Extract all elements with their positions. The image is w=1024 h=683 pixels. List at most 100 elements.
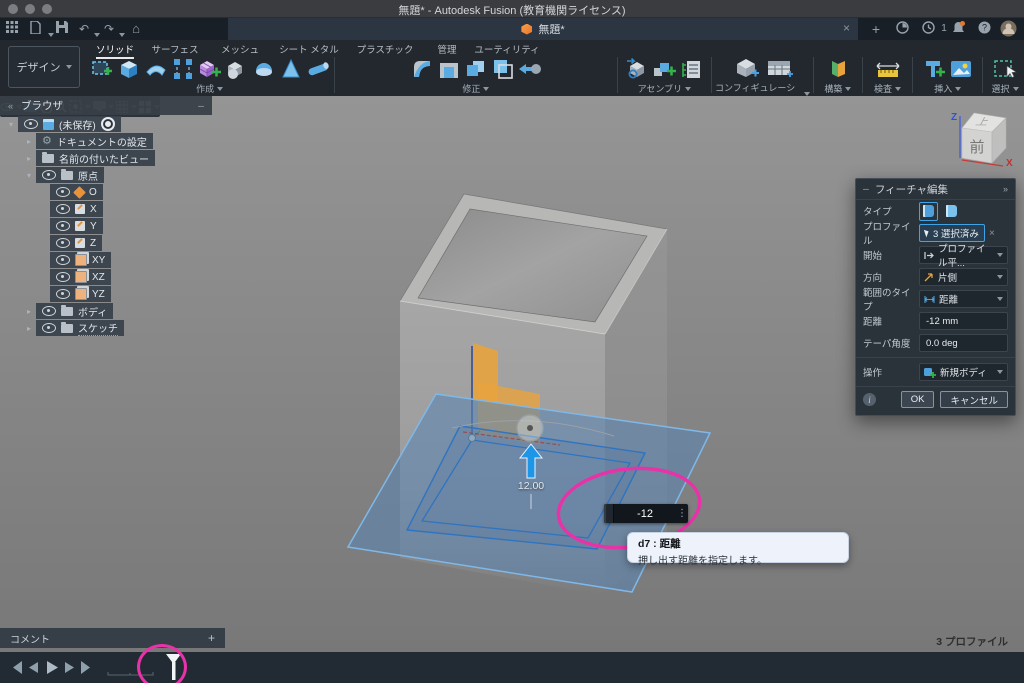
dimension-input[interactable]: -12 ⋮ bbox=[604, 504, 688, 523]
tree-item-document[interactable]: (未保存) bbox=[18, 116, 121, 132]
visibility-eye-icon[interactable] bbox=[56, 289, 70, 299]
expander-closed-icon[interactable]: ▸ bbox=[22, 307, 36, 316]
bom-icon[interactable] bbox=[678, 56, 704, 82]
visibility-eye-icon[interactable] bbox=[56, 238, 70, 248]
visibility-eye-icon[interactable] bbox=[56, 272, 70, 282]
visibility-eye-icon[interactable] bbox=[56, 204, 70, 214]
configure-icon[interactable] bbox=[730, 55, 762, 81]
tree-item-yz-plane[interactable]: YZ bbox=[50, 286, 111, 302]
comment-bar[interactable]: コメント + bbox=[0, 628, 225, 648]
form-icon[interactable] bbox=[143, 56, 169, 82]
tree-item-origin-point[interactable]: O bbox=[50, 184, 103, 200]
offset-face-icon[interactable] bbox=[490, 56, 516, 82]
construct-group-label[interactable]: 構築 bbox=[824, 82, 851, 95]
insert-image-icon[interactable] bbox=[948, 56, 974, 82]
solid-box-icon[interactable] bbox=[116, 56, 142, 82]
notifications-bell-icon[interactable] bbox=[952, 21, 968, 37]
measure-icon[interactable] bbox=[875, 56, 901, 82]
extent-type-select[interactable]: 距離 bbox=[919, 290, 1008, 308]
taper-angle-input[interactable]: 0.0 deg bbox=[919, 334, 1008, 352]
document-tab[interactable]: 無題* × bbox=[228, 18, 858, 40]
tree-item-origin-folder[interactable]: 原点 bbox=[36, 167, 104, 183]
visibility-eye-icon[interactable] bbox=[56, 187, 70, 197]
primitive-boxes-icon[interactable] bbox=[224, 56, 250, 82]
tree-item-document-settings[interactable]: ⚙ ドキュメントの設定 bbox=[36, 133, 153, 149]
tree-item-z-axis[interactable]: Z bbox=[50, 235, 102, 251]
comment-add-icon[interactable]: + bbox=[208, 631, 215, 645]
record-status-icon[interactable] bbox=[101, 117, 115, 131]
visibility-eye-icon[interactable] bbox=[42, 306, 56, 316]
app-grid-icon[interactable] bbox=[6, 21, 22, 37]
direction-select[interactable]: 片側 bbox=[919, 268, 1008, 286]
tree-item-sketches-folder[interactable]: スケッチ bbox=[36, 320, 124, 336]
extrude-solid-type-icon[interactable] bbox=[919, 202, 938, 221]
select-group-label[interactable]: 選択 bbox=[992, 82, 1019, 95]
replace-face-icon[interactable] bbox=[517, 56, 543, 82]
distance-input[interactable]: -12 mm bbox=[919, 312, 1008, 330]
inspect-group-label[interactable]: 検査 bbox=[874, 82, 901, 95]
help-icon[interactable]: ? bbox=[978, 21, 994, 37]
save-icon[interactable] bbox=[56, 21, 72, 37]
viewcube-front-label[interactable]: 前 bbox=[962, 132, 992, 160]
new-component-icon[interactable] bbox=[651, 56, 677, 82]
extensions-icon[interactable] bbox=[896, 21, 912, 37]
timeline-position-marker[interactable] bbox=[164, 653, 184, 681]
tab-utilities[interactable]: ユーティリティ bbox=[470, 40, 544, 55]
visibility-eye-icon[interactable] bbox=[42, 323, 56, 333]
tab-solid[interactable]: ソリッド bbox=[88, 40, 142, 55]
revolve-icon[interactable] bbox=[251, 56, 277, 82]
fillet-icon[interactable] bbox=[409, 56, 435, 82]
tree-item-xy-plane[interactable]: XY bbox=[50, 252, 111, 268]
tab-mesh[interactable]: メッシュ bbox=[208, 40, 272, 55]
dialog-header[interactable]: – フィーチャ編集 » bbox=[856, 179, 1015, 200]
mesh-create-icon[interactable] bbox=[197, 56, 223, 82]
dimension-input-grip[interactable] bbox=[604, 504, 614, 523]
workspace-selector[interactable]: デザイン bbox=[8, 46, 80, 88]
tab-close-icon[interactable]: × bbox=[843, 21, 850, 35]
tab-plastic[interactable]: プラスチック bbox=[346, 40, 424, 55]
construct-plane-icon[interactable] bbox=[825, 56, 851, 82]
cancel-button[interactable]: キャンセル bbox=[940, 391, 1008, 408]
collapse-panel-icon[interactable]: « bbox=[8, 101, 13, 111]
loft-icon[interactable] bbox=[278, 56, 304, 82]
create-group-label[interactable]: 作成 bbox=[196, 82, 223, 95]
clear-selection-icon[interactable]: × bbox=[989, 228, 995, 239]
rail-curves-icon[interactable] bbox=[170, 56, 196, 82]
assemble-group-label[interactable]: アセンブリ bbox=[638, 82, 692, 95]
expander-closed-icon[interactable]: ▸ bbox=[22, 154, 36, 163]
modify-group-label[interactable]: 修正 bbox=[462, 82, 489, 95]
tab-sheetmetal[interactable]: シート メタル bbox=[272, 40, 346, 55]
select-icon[interactable] bbox=[992, 56, 1018, 82]
tree-item-y-axis[interactable]: Y bbox=[50, 218, 103, 234]
dimension-value[interactable]: -12 bbox=[614, 508, 676, 520]
expander-closed-icon[interactable]: ▸ bbox=[22, 324, 36, 333]
dialog-dock-icon[interactable]: » bbox=[1003, 184, 1008, 194]
tree-item-named-views[interactable]: 名前の付いたビュー bbox=[36, 150, 155, 166]
ok-button[interactable]: OK bbox=[901, 391, 935, 408]
profile-selection-chip[interactable]: 3 選択済み bbox=[919, 224, 985, 242]
visibility-eye-icon[interactable] bbox=[56, 255, 70, 265]
insert-text-icon[interactable] bbox=[921, 56, 947, 82]
tab-manage[interactable]: 管理 bbox=[424, 40, 470, 55]
combine-icon[interactable] bbox=[463, 56, 489, 82]
tab-surface[interactable]: サーフェス bbox=[142, 40, 208, 55]
tree-item-xz-plane[interactable]: XZ bbox=[50, 269, 111, 285]
expander-closed-icon[interactable]: ▸ bbox=[22, 137, 36, 146]
start-select[interactable]: プロファイル平... bbox=[919, 246, 1008, 264]
insert-group-label[interactable]: 挿入 bbox=[934, 82, 961, 95]
user-avatar[interactable] bbox=[1000, 20, 1016, 36]
create-sketch-icon[interactable] bbox=[89, 56, 115, 82]
pipe-icon[interactable] bbox=[305, 56, 331, 82]
visibility-eye-icon[interactable] bbox=[56, 221, 70, 231]
visibility-eye-icon[interactable] bbox=[24, 119, 38, 129]
tree-item-bodies-folder[interactable]: ボディ bbox=[36, 303, 113, 319]
expander-open-icon[interactable]: ▾ bbox=[22, 171, 36, 180]
info-icon[interactable]: i bbox=[863, 393, 876, 406]
minimize-panel-icon[interactable]: – bbox=[198, 100, 204, 112]
shell-icon[interactable] bbox=[436, 56, 462, 82]
tree-item-x-axis[interactable]: X bbox=[50, 201, 103, 217]
new-tab-button[interactable]: + bbox=[868, 21, 884, 37]
dimension-kebab-icon[interactable]: ⋮ bbox=[676, 509, 688, 519]
operation-select[interactable]: 新規ボディ bbox=[919, 363, 1008, 381]
dialog-collapse-icon[interactable]: – bbox=[863, 183, 869, 195]
